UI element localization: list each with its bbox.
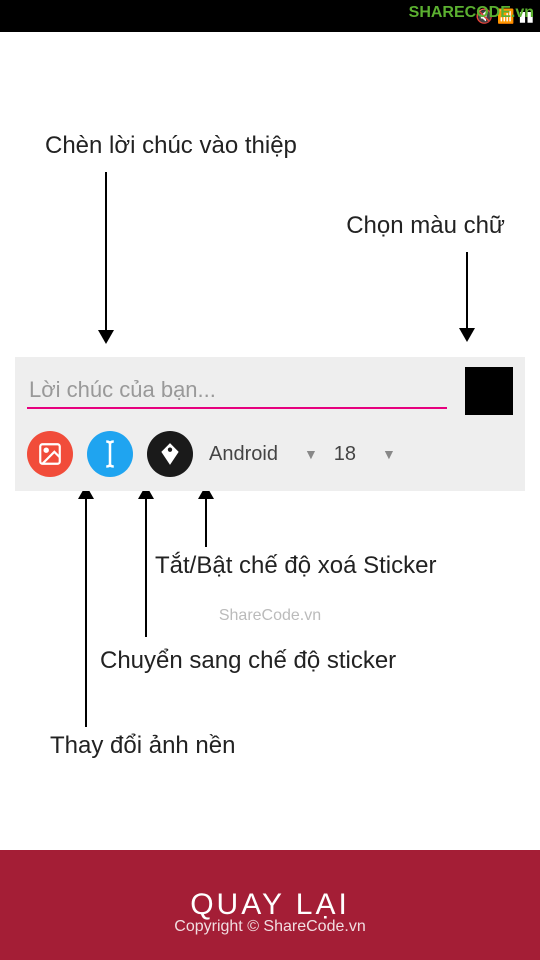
label-change-bg: Thay đổi ảnh nền (50, 732, 235, 760)
label-toggle-eraser: Tắt/Bật chế độ xoá Sticker (155, 552, 436, 580)
back-button[interactable]: QUAY LẠI (0, 850, 540, 960)
size-dropdown[interactable]: 18 ▼ (334, 443, 396, 466)
arrow-icon (85, 487, 87, 727)
font-dropdown[interactable]: Android ▼ (209, 443, 318, 466)
label-choose-color: Chọn màu chữ (346, 212, 505, 240)
arrow-icon (466, 252, 468, 340)
chevron-down-icon: ▼ (304, 446, 318, 462)
tag-icon (157, 441, 183, 467)
label-switch-sticker: Chuyển sang chế độ sticker (100, 647, 396, 675)
font-dropdown-value: Android (209, 443, 278, 466)
wish-input[interactable] (27, 373, 447, 409)
color-swatch[interactable] (465, 367, 513, 415)
size-dropdown-value: 18 (334, 443, 356, 466)
chevron-down-icon: ▼ (382, 446, 396, 462)
arrow-icon (205, 487, 207, 547)
back-button-label: QUAY LẠI (190, 888, 350, 922)
watermark-bottom: Copyright © ShareCode.vn (174, 918, 365, 936)
sticker-mode-button[interactable] (87, 431, 133, 477)
image-icon (37, 441, 63, 467)
help-screen: Chèn lời chúc vào thiệp Chọn màu chữ Tắt… (0, 32, 540, 960)
arrow-icon (105, 172, 107, 342)
eraser-toggle-button[interactable] (147, 431, 193, 477)
sharecode-logo: SHARECODE.vn (409, 4, 534, 22)
toolbar-panel: Android ▼ 18 ▼ (15, 357, 525, 491)
watermark-center: ShareCode.vn (219, 607, 321, 625)
change-background-button[interactable] (27, 431, 73, 477)
arrow-icon (145, 487, 147, 637)
text-cursor-icon (99, 439, 121, 469)
label-insert-wish: Chèn lời chúc vào thiệp (45, 132, 297, 160)
